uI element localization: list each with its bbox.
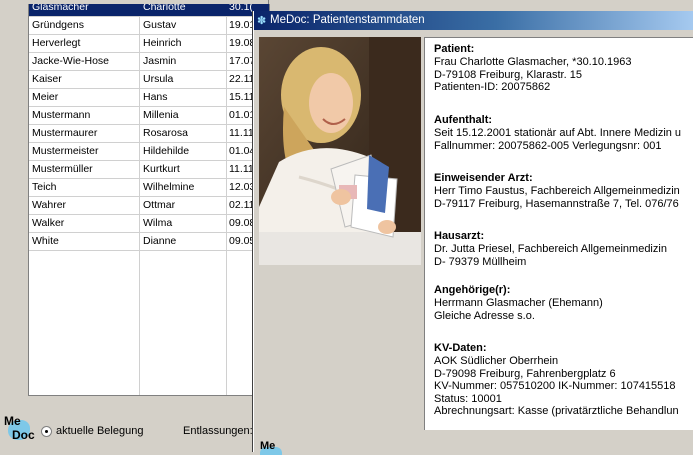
patient-photo xyxy=(259,37,421,265)
current-occupancy-radio[interactable] xyxy=(41,426,52,437)
last-name-cell: Jacke-Wie-Hose xyxy=(32,55,110,67)
discharges-label: Entlassungen: xyxy=(183,425,253,437)
first-name-cell: Heinrich xyxy=(143,37,182,49)
section-line: Herrmann Glasmacher (Ehemann) xyxy=(434,297,603,309)
patient-row[interactable]: Mustermaurer Rosarosa 11.11 xyxy=(29,125,269,143)
patient-master-data-window: ✽ MeDoc: Patientenstammdaten Patient: Fr… xyxy=(253,11,693,455)
section-line: Dr. Jutta Priesel, Fachbereich Allgemein… xyxy=(434,243,667,255)
section-line: KV-Nummer: 057510200 IK-Nummer: 10741551… xyxy=(434,380,676,392)
section-heading: Angehörige(r): xyxy=(434,284,511,296)
info-section: Einweisender Arzt: Herr Timo Faustus, Fac… xyxy=(434,172,680,210)
first-name-cell: Ottmar xyxy=(143,199,176,211)
patient-row[interactable]: Kaiser Ursula 22.11 xyxy=(29,71,269,89)
section-heading: Einweisender Arzt: xyxy=(434,172,533,184)
last-name-cell: Mustermann xyxy=(32,109,91,121)
section-line: D-79117 Freiburg, Hasemannstraße 7, Tel.… xyxy=(434,197,679,210)
patient-table[interactable]: Glasmacher Charlotte 30.1(Gründgens Gustav 1… xyxy=(28,4,270,396)
first-name-cell: Rosarosa xyxy=(143,127,188,139)
info-section: Angehörige(r): Herrmann Glasmacher (Ehema… xyxy=(434,284,603,322)
logo-me-text: Me xyxy=(260,440,276,452)
last-name-cell: Teich xyxy=(32,181,57,193)
first-name-cell: Jasmin xyxy=(143,55,177,67)
patient-row[interactable]: Mustermeister Hildehilde 01.04 xyxy=(29,143,269,161)
section-line: Frau Charlotte Glasmacher, *30.10.1963 xyxy=(434,56,632,68)
patient-row[interactable]: Glasmacher Charlotte 30.1( xyxy=(29,4,269,17)
section-line: D-79108 Freiburg, Klarastr. 15 xyxy=(434,68,582,81)
patient-row[interactable]: Meier Hans 15.11 xyxy=(29,89,269,107)
patient-row[interactable]: Mustermüller Kurtkurt 11.11 xyxy=(29,161,269,179)
logo-me-text: Me xyxy=(4,414,21,428)
logo-doc-text: Doc xyxy=(12,428,35,442)
current-occupancy-label[interactable]: aktuelle Belegung xyxy=(56,425,143,437)
last-name-cell: White xyxy=(32,235,59,247)
section-line: Status: 10001 xyxy=(434,392,502,405)
section-line: D- 79379 Müllheim xyxy=(434,255,527,268)
section-line: AOK Südlicher Oberrhein xyxy=(434,355,559,367)
first-name-cell: Wilhelmine xyxy=(143,181,195,193)
patient-info-panel: Patient: Frau Charlotte Glasmacher, *30.1… xyxy=(424,37,693,430)
info-section: Patient: Frau Charlotte Glasmacher, *30.1… xyxy=(434,43,632,94)
patient-row[interactable]: Jacke-Wie-Hose Jasmin 17.07 xyxy=(29,53,269,71)
first-name-cell: Hildehilde xyxy=(143,145,190,157)
section-heading: Hausarzt: xyxy=(434,230,485,242)
last-name-cell: Glasmacher xyxy=(32,4,89,13)
first-name-cell: Charlotte xyxy=(143,4,186,13)
patient-row[interactable]: Wahrer Ottmar 02.11 xyxy=(29,197,269,215)
last-name-cell: Mustermaurer xyxy=(32,127,98,139)
first-name-cell: Kurtkurt xyxy=(143,163,180,175)
last-name-cell: Meier xyxy=(32,91,59,103)
patient-list-window: Glasmacher Charlotte 30.1(Gründgens Gustav 1… xyxy=(0,0,270,452)
section-line: Fallnummer: 20075862-005 Verlegungsnr: 0… xyxy=(434,139,662,152)
patient-row[interactable]: Gründgens Gustav 19.01 xyxy=(29,17,269,35)
section-line: Herr Timo Faustus, Fachbereich Allgemein… xyxy=(434,185,680,197)
patient-row[interactable]: White Dianne 09.05 xyxy=(29,233,269,251)
section-heading: Aufenthalt: xyxy=(434,114,493,126)
last-name-cell: Gründgens xyxy=(32,19,84,31)
first-name-cell: Ursula xyxy=(143,73,174,85)
info-section: Hausarzt: Dr. Jutta Priesel, Fachbereich … xyxy=(434,230,667,268)
medoc-logo: Me Doc xyxy=(4,414,36,444)
section-line: D-79098 Freiburg, Fahrenbergplatz 6 xyxy=(434,367,616,380)
last-name-cell: Herverlegt xyxy=(32,37,81,49)
last-name-cell: Mustermüller xyxy=(32,163,93,175)
first-name-cell: Hans xyxy=(143,91,168,103)
first-name-cell: Wilma xyxy=(143,217,173,229)
last-name-cell: Mustermeister xyxy=(32,145,99,157)
patient-row[interactable]: Mustermann Millenia 01.01 xyxy=(29,107,269,125)
medoc-app-icon: ✽ xyxy=(257,15,267,27)
info-section: KV-Daten: AOK Südlicher Oberrhein D-79098 … xyxy=(434,342,679,418)
section-heading: KV-Daten: xyxy=(434,342,487,354)
section-heading: Patient: xyxy=(434,43,475,55)
last-name-cell: Kaiser xyxy=(32,73,62,85)
first-name-cell: Millenia xyxy=(143,109,179,121)
section-line: Patienten-ID: 20075862 xyxy=(434,81,551,93)
info-section: Aufenthalt: Seit 15.12.2001 stationär auf… xyxy=(434,114,681,152)
patient-row[interactable]: Herverlegt Heinrich 19.08 xyxy=(29,35,269,53)
first-name-cell: Dianne xyxy=(143,235,177,247)
section-line: Gleiche Adresse s.o. xyxy=(434,309,535,322)
last-name-cell: Walker xyxy=(32,217,65,229)
section-line: Abrechnungsart: Kasse (privatärztliche B… xyxy=(434,405,679,417)
patient-row[interactable]: Teich Wilhelmine 12.03 xyxy=(29,179,269,197)
window-titlebar[interactable]: ✽ MeDoc: Patientenstammdaten xyxy=(254,11,693,30)
section-line: Seit 15.12.2001 stationär auf Abt. Inner… xyxy=(434,127,682,139)
patient-row[interactable]: Walker Wilma 09.08 xyxy=(29,215,269,233)
last-name-cell: Wahrer xyxy=(32,199,67,211)
first-name-cell: Gustav xyxy=(143,19,177,31)
window-title: MeDoc: Patientenstammdaten xyxy=(270,14,425,26)
